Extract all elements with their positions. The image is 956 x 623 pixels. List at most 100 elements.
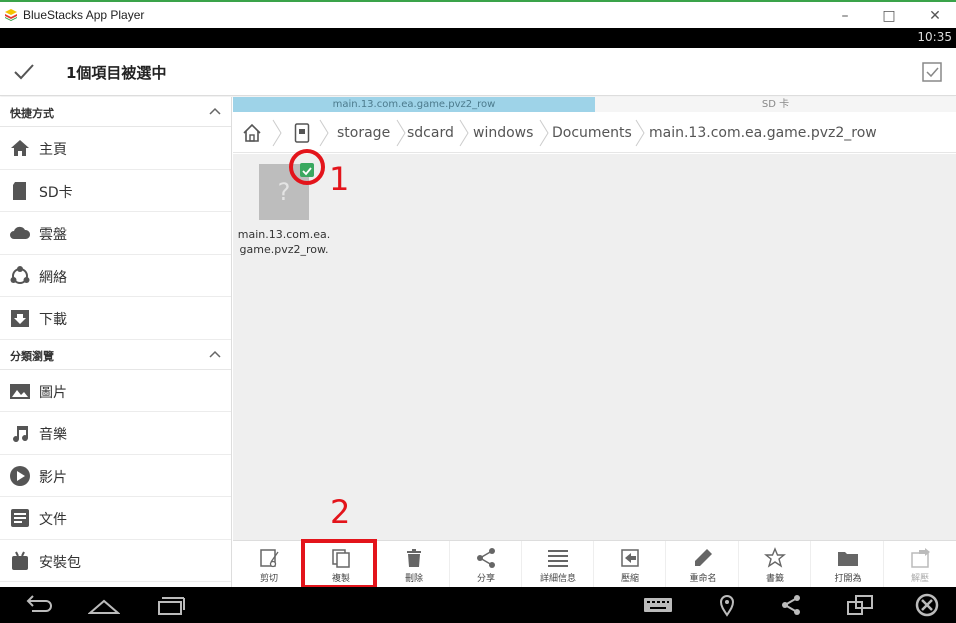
sidebar-item-images[interactable]: 圖片	[0, 370, 231, 412]
sidebar-item-label: 下載	[39, 312, 67, 328]
close-window-button[interactable]: ✕	[920, 6, 950, 26]
compress-button[interactable]: 壓縮	[594, 541, 666, 588]
selection-action-bar: 1個項目被選中	[0, 48, 956, 96]
chevron-right-icon	[319, 119, 329, 147]
chevron-up-icon	[209, 350, 221, 358]
download-icon	[11, 310, 29, 327]
tab-current-folder[interactable]: main.13.com.ea.game.pvz2_row	[233, 97, 595, 112]
annotation-step-1: 1	[329, 160, 350, 198]
breadcrumb: storage sdcard windows Documents main.13…	[233, 113, 956, 153]
location-icon[interactable]	[712, 593, 742, 617]
file-name-line: game.pvz2_row.	[239, 243, 329, 256]
open-as-button[interactable]: 打開為	[812, 541, 884, 588]
sidebar-item-cloud[interactable]: 雲盤	[0, 212, 231, 255]
share-icon	[477, 548, 495, 568]
cloud-icon	[10, 226, 31, 239]
tool-label: 解壓	[910, 574, 929, 584]
sidebar-item-label: 文件	[39, 512, 67, 528]
select-all-icon[interactable]	[920, 60, 944, 84]
back-icon[interactable]	[22, 593, 52, 617]
selection-count-title: 1個項目被選中	[66, 64, 167, 82]
extract-button[interactable]: 解壓	[884, 541, 956, 588]
sidebar-item-videos[interactable]: 影片	[0, 455, 231, 497]
breadcrumb-item-windows[interactable]: windows	[473, 125, 533, 141]
sidebar-item-documents[interactable]: 文件	[0, 497, 231, 540]
file-name-line: main.13.com.ea.	[237, 228, 331, 241]
sidebar-item-label: 雲盤	[39, 227, 67, 243]
sidebar-item-home[interactable]: 主頁	[0, 127, 231, 170]
delete-button[interactable]: 刪除	[378, 541, 450, 588]
breadcrumb-item-storage[interactable]: storage	[337, 125, 390, 141]
tool-label: 書籤	[765, 574, 784, 584]
file-grid: ? main.13.com.ea. game.pvz2_row.	[233, 154, 956, 540]
cut-button[interactable]: 剪切	[233, 541, 305, 588]
delete-icon	[407, 549, 421, 567]
section-header-shortcuts[interactable]: 快捷方式	[0, 97, 231, 127]
breadcrumb-item-sdcard[interactable]: sdcard	[407, 125, 454, 141]
tool-label: 壓縮	[620, 574, 639, 584]
network-icon	[10, 265, 30, 284]
apk-icon	[12, 551, 28, 570]
bookmark-icon	[764, 547, 786, 568]
section-label: 分類瀏覽	[10, 349, 54, 363]
chevron-right-icon	[272, 119, 282, 147]
sidebar-item-network[interactable]: 網絡	[0, 255, 231, 297]
status-clock: 10:35	[917, 30, 952, 44]
sidebar-item-label: SD卡	[39, 184, 73, 201]
annotation-step-2: 2	[330, 493, 351, 531]
compress-icon	[621, 549, 639, 567]
tab-sdcard[interactable]: SD 卡	[595, 97, 956, 112]
sidebar-item-label: 網絡	[39, 269, 67, 286]
bookmark-button[interactable]: 書籤	[739, 541, 811, 588]
chevron-right-icon	[459, 119, 469, 147]
details-button[interactable]: 詳細信息	[522, 541, 594, 588]
tool-label: 重命名	[689, 574, 717, 584]
home-icon	[11, 140, 29, 156]
sidebar-item-apk[interactable]: 安裝包	[0, 540, 231, 582]
home-icon[interactable]	[241, 122, 263, 144]
rename-button[interactable]: 重命名	[667, 541, 739, 588]
tool-label: 分享	[476, 574, 495, 584]
cut-icon	[260, 549, 279, 568]
document-icon	[11, 509, 29, 527]
sidebar-item-download[interactable]: 下載	[0, 297, 231, 340]
section-label: 快捷方式	[10, 107, 54, 120]
sidebar-item-music[interactable]: 音樂	[0, 412, 231, 455]
maximize-button[interactable]: □	[874, 6, 904, 26]
extract-icon	[911, 548, 930, 568]
close-app-icon[interactable]	[912, 593, 942, 617]
android-status-bar: 10:35	[0, 28, 956, 48]
sidebar-item-label: 音樂	[39, 427, 67, 443]
sidebar-item-label: 安裝包	[39, 554, 81, 571]
sidebar-item-label: 主頁	[39, 142, 67, 158]
sidebar-item-label: 影片	[39, 469, 67, 486]
done-check-icon[interactable]	[12, 60, 36, 84]
breadcrumb-item-documents[interactable]: Documents	[552, 125, 632, 141]
android-nav-bar	[0, 587, 956, 623]
section-header-categories[interactable]: 分類瀏覽	[0, 340, 231, 370]
annotation-box	[301, 539, 377, 589]
minimize-button[interactable]: –	[830, 6, 860, 26]
home-nav-icon[interactable]	[88, 593, 120, 617]
screen-rotate-icon[interactable]	[845, 593, 875, 617]
tool-label: 剪切	[259, 574, 278, 584]
tool-label: 刪除	[404, 574, 423, 584]
file-name: main.13.com.ea. game.pvz2_row.	[236, 227, 332, 257]
chevron-right-icon	[396, 119, 406, 147]
chevron-right-icon	[539, 119, 549, 147]
sdcard-icon	[13, 181, 26, 200]
details-icon	[548, 550, 568, 567]
keyboard-icon[interactable]	[643, 593, 673, 617]
sidebar-item-sdcard[interactable]: SD卡	[0, 170, 231, 212]
sidebar: 快捷方式 主頁 SD卡 雲盤 網絡 下載 分類瀏覽 圖片 音樂 影片 文件 安裝…	[0, 97, 232, 587]
device-storage-icon[interactable]	[294, 123, 310, 143]
share-button[interactable]: 分享	[450, 541, 522, 588]
bluestacks-logo-icon	[5, 9, 17, 21]
share-nav-icon[interactable]	[776, 593, 806, 617]
recent-apps-icon[interactable]	[156, 593, 186, 617]
open-as-folder-icon	[838, 552, 858, 566]
location-tabs: main.13.com.ea.game.pvz2_row SD 卡	[233, 97, 956, 112]
breadcrumb-item-current[interactable]: main.13.com.ea.game.pvz2_row	[649, 125, 877, 141]
annotation-circle	[289, 149, 325, 185]
video-icon	[10, 465, 30, 486]
